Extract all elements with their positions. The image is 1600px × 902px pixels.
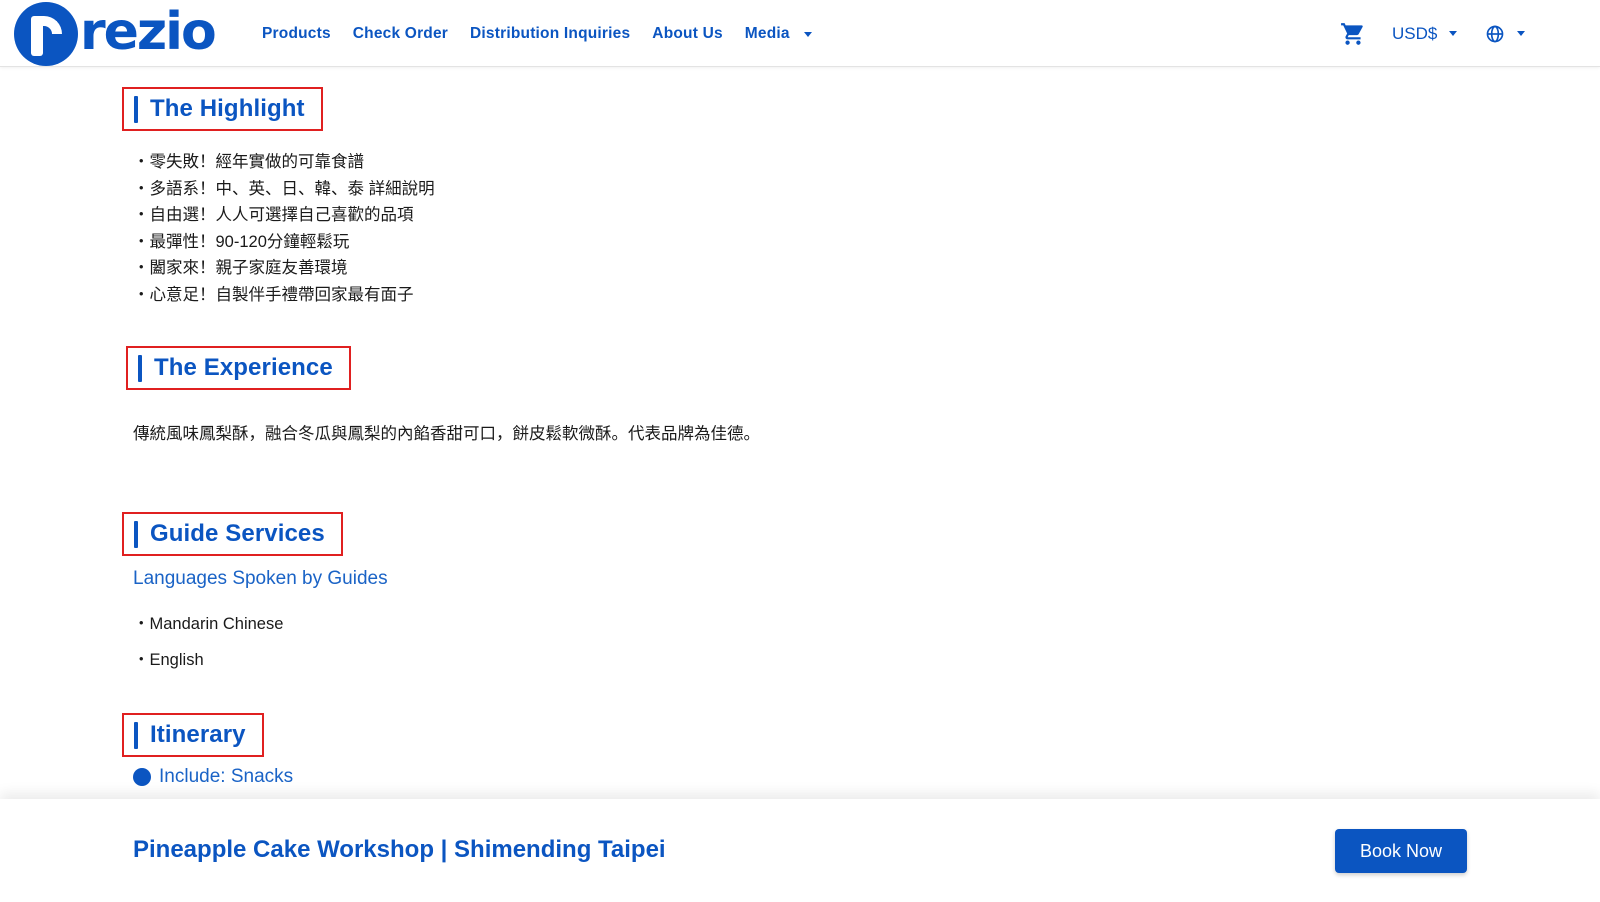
logo-text: rezio [80, 2, 217, 62]
list-item: ・自由選！人人可選擇自己喜歡的品項 [133, 206, 414, 224]
top-nav-bar: rezio Products Check Order Distribution … [0, 0, 1600, 67]
guide-languages-list: ・Mandarin Chinese ・English [133, 611, 283, 682]
guide-title: Guide Services [150, 520, 325, 547]
timeline-dot-icon [133, 768, 151, 786]
nav-about-us[interactable]: About Us [652, 25, 722, 43]
itinerary-heading: Itinerary [122, 713, 264, 757]
highlight-title: The Highlight [150, 95, 305, 122]
list-item: ・Mandarin Chinese [133, 615, 284, 633]
logo-mark-icon [14, 2, 78, 66]
currency-label: USD$ [1392, 23, 1438, 43]
product-title: Pineapple Cake Workshop | Shimending Tai… [133, 836, 666, 863]
heading-accent-bar [138, 354, 142, 382]
heading-accent-bar [134, 95, 138, 123]
include-label: Include: Snacks [159, 766, 294, 787]
list-item: ・最彈性！90-120分鐘輕鬆玩 [133, 232, 350, 251]
itinerary-include: Include: Snacks [133, 766, 293, 788]
list-item: ・闔家來！親子家庭友善環境 [133, 259, 348, 277]
chevron-down-icon [1449, 31, 1458, 36]
itinerary-title: Itinerary [150, 721, 246, 748]
heading-accent-bar [134, 520, 138, 548]
cart-icon[interactable] [1340, 21, 1366, 47]
list-item: ・多語系！中、英、日、韓、泰 詳細說明 [133, 179, 435, 198]
highlight-list: ・零失敗！經年實做的可靠食譜 ・多語系！中、英、日、韓、泰 詳細說明 ・自由選！… [133, 149, 435, 308]
list-item: ・心意足！自製伴手禮帶回家最有面子 [133, 285, 414, 304]
guide-heading: Guide Services [122, 512, 343, 556]
currency-selector[interactable]: USD$ [1392, 23, 1458, 44]
nav-check-order[interactable]: Check Order [353, 25, 448, 43]
nav-media[interactable]: Media [745, 25, 790, 43]
nav-distribution-inquiries[interactable]: Distribution Inquiries [470, 25, 630, 43]
globe-icon [1487, 25, 1504, 42]
main-nav: Products Check Order Distribution Inquir… [262, 0, 812, 67]
heading-accent-bar [134, 721, 138, 749]
header-tools: USD$ [1340, 0, 1526, 67]
languages-spoken-label: Languages Spoken by Guides [133, 568, 388, 589]
chevron-down-icon [1517, 31, 1526, 36]
language-selector[interactable] [1485, 24, 1526, 44]
nav-products[interactable]: Products [262, 25, 331, 43]
list-item: ・English [133, 650, 204, 669]
experience-heading: The Experience [126, 346, 351, 390]
experience-title: The Experience [154, 354, 333, 381]
booking-bar: Pineapple Cake Workshop | Shimending Tai… [0, 799, 1600, 902]
nav-more-caret-icon[interactable] [803, 32, 812, 37]
rezio-logo[interactable]: rezio [14, 2, 229, 66]
book-now-button[interactable]: Book Now [1335, 829, 1467, 873]
product-detail-content: The Highlight ・零失敗！經年實做的可靠食譜 ・多語系！中、英、日、… [0, 67, 1600, 802]
experience-description: 傳統風味鳳梨酥，融合冬瓜與鳳梨的內餡香甜可口，餅皮鬆軟微酥。代表品牌為佳德。 [133, 425, 760, 443]
list-item: ・零失敗！經年實做的可靠食譜 [133, 153, 364, 171]
highlight-heading: The Highlight [122, 87, 323, 131]
